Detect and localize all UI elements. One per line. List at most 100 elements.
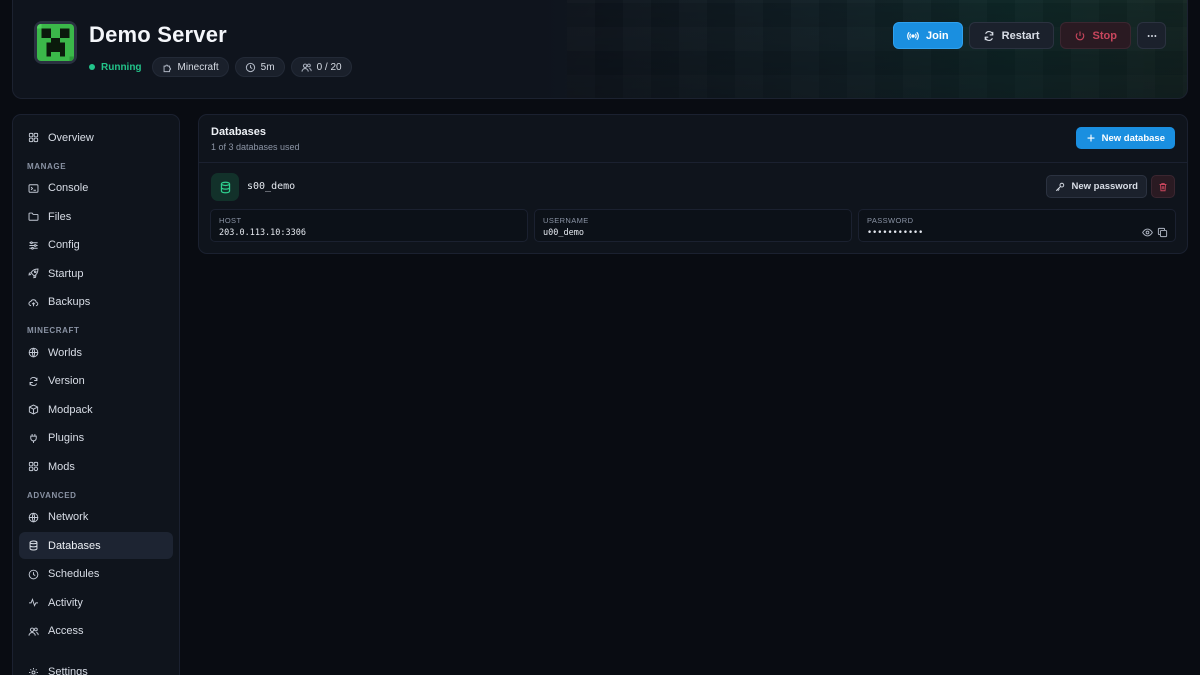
host-label: HOST xyxy=(219,216,242,225)
refresh-icon xyxy=(984,30,993,41)
header-background xyxy=(567,0,1187,98)
sidebar-item-version[interactable]: Version xyxy=(19,368,173,395)
copy-password-button[interactable] xyxy=(1157,227,1168,238)
sidebar-item-label: Startup xyxy=(48,267,84,280)
database-icon xyxy=(220,181,230,193)
database-row: s00_demo New password HOST 203.0.113.10:… xyxy=(199,163,1187,254)
stop-button[interactable]: Stop xyxy=(1059,22,1131,49)
new-database-button[interactable]: New database xyxy=(1075,127,1175,149)
game-chip: Minecraft xyxy=(151,57,229,77)
status-badge: Running xyxy=(87,62,146,73)
databases-card-header: Databases 1 of 3 databases used New data… xyxy=(199,115,1187,163)
username-label: USERNAME xyxy=(543,216,589,225)
players-chip: 0 / 20 xyxy=(290,57,352,77)
sidebar-item-mods[interactable]: Mods xyxy=(19,453,173,480)
more-horizontal-icon xyxy=(1147,34,1156,37)
sidebar-item-console[interactable]: Console xyxy=(19,175,173,202)
join-button[interactable]: Join xyxy=(893,22,963,49)
databases-usage: 1 of 3 databases used xyxy=(211,142,300,152)
sidebar-item-label: Console xyxy=(48,182,89,194)
sidebar-item-label: Overview xyxy=(48,131,94,144)
eye-icon xyxy=(1142,228,1153,237)
show-password-button[interactable] xyxy=(1142,227,1153,238)
join-label: Join xyxy=(926,29,949,42)
sidebar-item-schedules[interactable]: Schedules xyxy=(19,561,173,588)
sidebar-item-label: Backups xyxy=(48,296,91,308)
sidebar-item-access[interactable]: Access xyxy=(19,618,173,645)
sidebar-item-modpack[interactable]: Modpack xyxy=(19,396,173,423)
key-icon xyxy=(1056,182,1065,191)
databases-card: Databases 1 of 3 databases used New data… xyxy=(198,114,1188,254)
globe-icon xyxy=(28,512,39,522)
sidebar-item-overview[interactable]: Overview xyxy=(19,124,173,151)
host-field[interactable]: HOST 203.0.113.10:3306 xyxy=(210,209,528,242)
copy-icon xyxy=(1157,227,1168,238)
plus-icon xyxy=(1087,134,1095,142)
grid-icon xyxy=(28,132,39,143)
puzzle-icon xyxy=(163,64,171,72)
sidebar-item-files[interactable]: Files xyxy=(19,203,173,230)
blocks-icon xyxy=(28,461,39,472)
sidebar-item-label: Version xyxy=(48,375,85,387)
password-value: ••••••••••• xyxy=(867,228,924,238)
uptime-value: 5m xyxy=(260,61,275,73)
sidebar-item-settings[interactable]: Settings xyxy=(19,659,173,675)
sidebar-item-databases[interactable]: Databases xyxy=(19,532,173,559)
broadcast-icon xyxy=(907,31,919,40)
sidebar-item-label: Activity xyxy=(48,596,83,609)
sidebar-section-advanced: ADVANCED xyxy=(27,490,77,500)
globe-icon xyxy=(28,347,39,358)
sidebar-item-label: Access xyxy=(48,625,84,637)
users-icon xyxy=(301,63,312,72)
creeper-icon xyxy=(37,24,74,61)
users-icon xyxy=(28,627,39,636)
activity-icon xyxy=(29,598,38,607)
sidebar-item-label: Plugins xyxy=(48,432,85,444)
uptime-chip: 5m xyxy=(234,57,285,77)
sidebar-item-plugins[interactable]: Plugins xyxy=(19,425,173,452)
sidebar-item-label: Schedules xyxy=(48,568,100,580)
server-header: Demo Server Running Minecraft 5m 0 / 20 … xyxy=(12,0,1188,99)
server-title: Demo Server xyxy=(89,22,227,47)
stop-label: Stop xyxy=(1092,29,1117,42)
status-dot-icon xyxy=(89,64,95,70)
username-field[interactable]: USERNAME u00_demo xyxy=(534,209,852,242)
sidebar-item-label: Config xyxy=(48,239,80,251)
restart-label: Restart xyxy=(1001,29,1040,42)
restart-button[interactable]: Restart xyxy=(968,22,1054,49)
host-value: 203.0.113.10:3306 xyxy=(219,228,306,238)
sliders-icon xyxy=(29,240,38,250)
trash-icon xyxy=(1159,182,1167,191)
sidebar-item-label: Files xyxy=(48,210,72,223)
header-actions: Join Restart Stop xyxy=(893,22,1166,49)
sidebar-item-label: Modpack xyxy=(48,403,93,416)
terminal-icon xyxy=(28,183,39,193)
refresh-icon xyxy=(29,376,38,386)
password-label: PASSWORD xyxy=(867,216,914,225)
status-text: Running xyxy=(101,61,142,73)
clock-icon xyxy=(245,62,255,72)
new-password-button[interactable]: New password xyxy=(1046,175,1147,198)
rocket-icon xyxy=(28,268,39,279)
sidebar-section-minecraft: MINECRAFT xyxy=(27,326,80,335)
databases-title: Databases xyxy=(211,126,267,138)
sidebar-item-activity[interactable]: Activity xyxy=(19,589,173,616)
power-icon xyxy=(1075,31,1084,40)
sidebar-item-worlds[interactable]: Worlds xyxy=(19,339,173,366)
sidebar-item-label: Worlds xyxy=(48,346,83,359)
server-logo xyxy=(34,21,77,64)
package-icon xyxy=(28,404,39,415)
delete-database-button[interactable] xyxy=(1151,175,1175,198)
new-database-label: New database xyxy=(1101,132,1165,144)
server-meta: Running Minecraft 5m 0 / 20 xyxy=(87,57,352,77)
players-value: 0 / 20 xyxy=(316,61,342,73)
more-options-button[interactable] xyxy=(1137,22,1166,49)
password-field[interactable]: PASSWORD ••••••••••• xyxy=(858,209,1176,242)
sidebar-item-network[interactable]: Network xyxy=(19,504,173,531)
sidebar-item-startup[interactable]: Startup xyxy=(19,260,173,287)
database-credentials: HOST 203.0.113.10:3306 USERNAME u00_demo… xyxy=(210,209,1176,242)
sidebar: Overview MANAGE Console Files Config Sta… xyxy=(12,114,180,675)
sidebar-item-backups[interactable]: Backups xyxy=(19,289,173,316)
sidebar-item-config[interactable]: Config xyxy=(19,232,173,259)
game-name: Minecraft xyxy=(177,61,219,73)
